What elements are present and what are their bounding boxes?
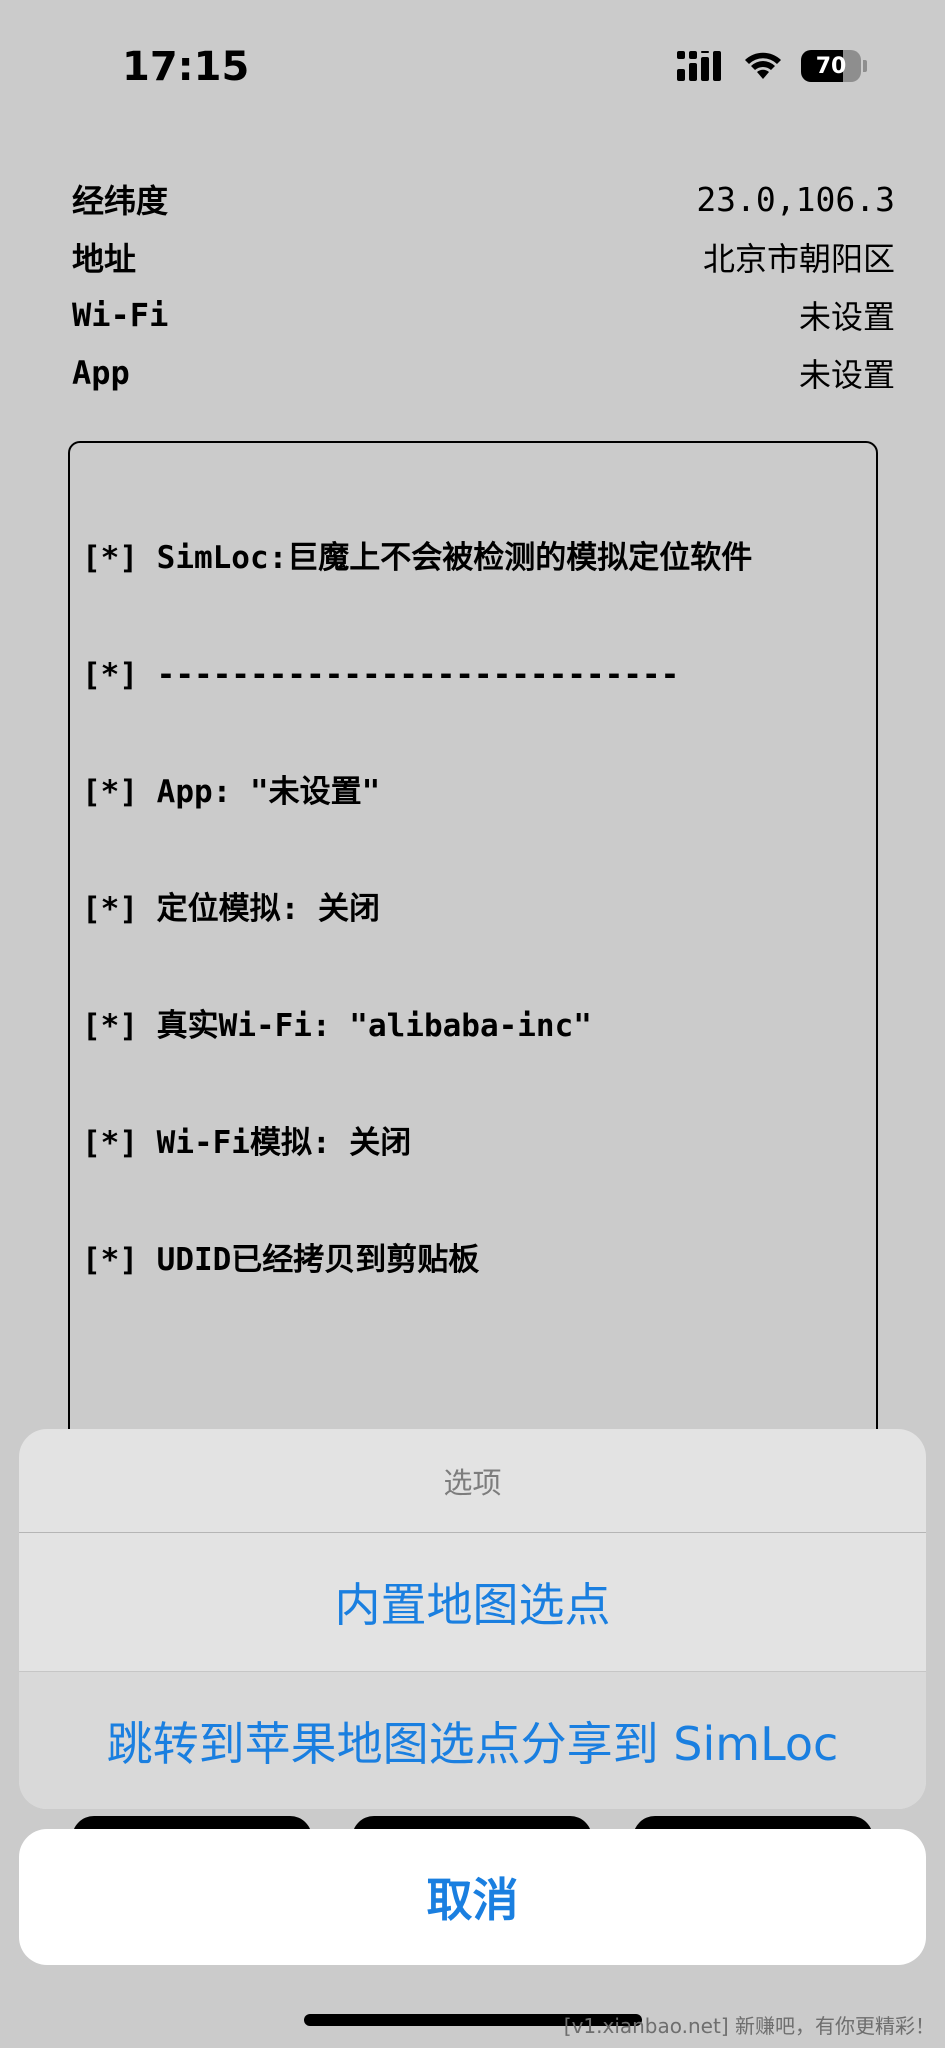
wifi-value[interactable]: 未设置 [799,292,895,338]
apple-maps-share-button[interactable]: 跳转到苹果地图选点分享到 SimLoc [19,1671,926,1809]
battery-icon: 70 [801,50,867,82]
info-row-wifi: Wi-Fi 未设置 [72,286,895,344]
signal-icon [677,51,721,81]
info-row-app: App 未设置 [72,344,895,402]
status-time: 17:15 [122,44,250,90]
battery-level: 70 [801,50,861,82]
action-sheet: 选项 内置地图选点 跳转到苹果地图选点分享到 SimLoc [19,1429,926,1809]
log-console[interactable]: [*] SimLoc:巨魔上不会被检测的模拟定位软件 [*] ---------… [68,441,878,1441]
log-line: [*] SimLoc:巨魔上不会被检测的模拟定位软件 [82,540,753,576]
battery-cap [863,60,867,72]
address-label: 地址 [72,240,137,278]
wifi-label: Wi-Fi [72,296,169,334]
log-line: [*] UDID已经拷贝到剪贴板 [82,1242,480,1278]
wifi-icon [745,52,781,79]
log-line: [*] 定位模拟: 关闭 [82,891,380,927]
info-panel: 经纬度 23.0,106.3 地址 北京市朝阳区 Wi-Fi 未设置 App 未… [72,170,895,402]
log-line: [*] ---------------------------- [82,657,680,693]
coordinates-value[interactable]: 23.0,106.3 [696,180,895,219]
info-row-address: 地址 北京市朝阳区 [72,228,895,286]
action-sheet-title: 选项 [19,1429,926,1533]
address-value[interactable]: 北京市朝阳区 [703,234,895,280]
log-line: [*] Wi-Fi模拟: 关闭 [82,1125,412,1161]
builtin-map-pick-button[interactable]: 内置地图选点 [19,1533,926,1671]
log-line: [*] App: "未设置" [82,774,381,810]
app-label: App [72,354,130,392]
app-value[interactable]: 未设置 [799,350,895,396]
coordinates-label: 经纬度 [72,182,169,220]
log-line: [*] 真实Wi-Fi: "alibaba-inc" [82,1008,592,1044]
app-screen: 17:15 70 经纬度 23.0,106.3 地址 北京市朝阳区 Wi-Fi … [0,0,945,2048]
status-icons: 70 [677,50,867,82]
cancel-button[interactable]: 取消 [19,1829,926,1965]
watermark: [v1.xianbao.net] 新赚吧，有你更精彩！ [563,2014,935,2038]
info-row-coordinates: 经纬度 23.0,106.3 [72,170,895,228]
